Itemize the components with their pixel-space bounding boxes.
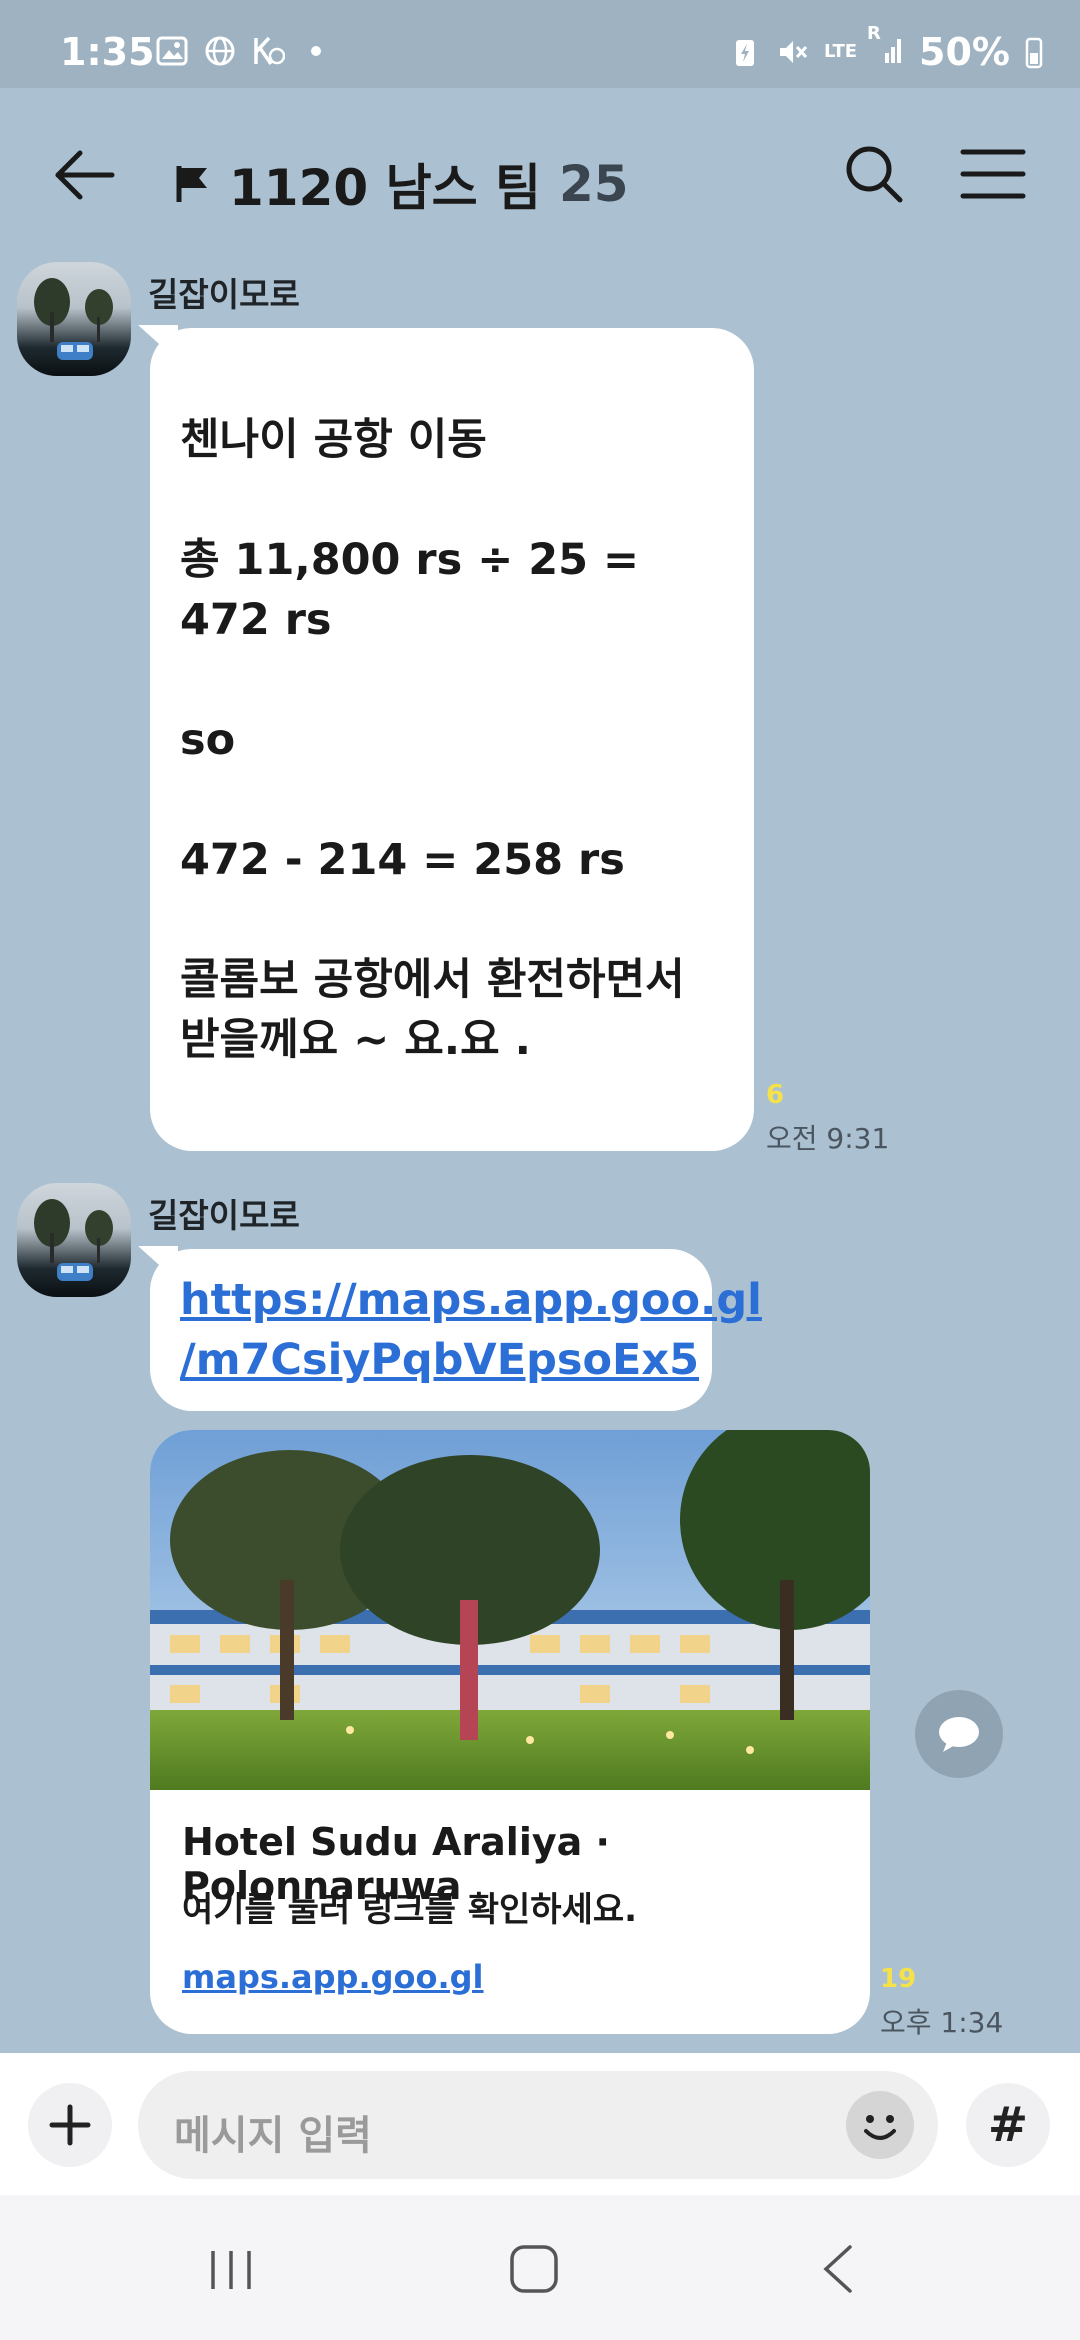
link-preview-card[interactable]: Hotel Sudu Araliya · Polonnaruwa 여기를 눌러 …: [150, 1430, 870, 2034]
card-domain-link[interactable]: maps.app.goo.gl: [182, 1958, 484, 1996]
message-bubble[interactable]: 첸나이 공항 이동 총 11,800 rs ÷ 25 = 472 rs so 4…: [150, 328, 754, 1151]
share-button[interactable]: [915, 1690, 1003, 1778]
message-time: 오전 9:31: [766, 1122, 890, 1155]
link-bubble[interactable]: https://maps.app.goo.gl /m7CsiyPqbVEpsoE…: [150, 1249, 762, 1411]
status-icons-right: LTE R 50%: [728, 25, 1044, 74]
attach-button[interactable]: [28, 2083, 112, 2167]
chat-title-group[interactable]: 1120 남스 팀 25: [175, 148, 629, 220]
navigation-bar: [0, 2195, 1080, 2340]
unread-count: 6: [766, 1080, 785, 1110]
lte-indicator: LTE: [823, 41, 858, 62]
unread-count: 19: [880, 1964, 917, 1994]
status-icons-left: [155, 34, 321, 68]
emoji-icon: [864, 2115, 896, 2140]
nav-back-icon[interactable]: [820, 2243, 856, 2295]
recent-apps-icon[interactable]: [205, 2247, 257, 2293]
chat-title: 1120 남스 팀: [229, 159, 541, 217]
speech-bubble-icon: [939, 1717, 979, 1752]
flag-icon: [176, 166, 207, 202]
hashtag-button[interactable]: #: [966, 2083, 1050, 2167]
gallery-icon: [156, 36, 188, 66]
card-subtitle: 여기를 눌러 링크를 확인하세요.: [182, 1890, 638, 1930]
message-text: 첸나이 공항 이동 총 11,800 rs ÷ 25 = 472 rs so 4…: [180, 415, 685, 1065]
globe-icon: [205, 36, 235, 66]
signal-group: R: [867, 25, 905, 71]
mute-icon: [779, 41, 808, 63]
battery-percent: 50%: [919, 30, 1010, 74]
message-input[interactable]: 메시지 입력: [138, 2071, 938, 2179]
battery-saver-icon: [735, 40, 754, 66]
avatar[interactable]: [17, 262, 131, 376]
input-placeholder: 메시지 입력: [174, 2113, 372, 2159]
back-arrow-icon[interactable]: [50, 140, 120, 210]
home-icon[interactable]: [508, 2243, 560, 2295]
status-bar: 1:35 LTE R 50%: [0, 0, 1080, 88]
roaming-indicator: R: [867, 23, 881, 44]
chat-header: 1120 남스 팀 25: [0, 88, 1080, 258]
battery-icon: [1025, 37, 1043, 69]
message-time: 오후 1:34: [880, 2006, 1004, 2039]
k-notification-icon: [254, 36, 285, 65]
sender-name: 길잡이모로: [148, 1196, 300, 1235]
hotel-preview-image: [150, 1430, 870, 1790]
avatar[interactable]: [17, 1183, 131, 1297]
notification-dot: [311, 46, 321, 56]
search-icon[interactable]: [842, 142, 906, 206]
message-input-bar: 메시지 입력 #: [0, 2053, 1080, 2195]
avatar-image: [34, 278, 113, 360]
menu-icon[interactable]: [960, 146, 1026, 202]
status-time: 1:35: [60, 30, 155, 74]
plus-icon: [49, 2104, 91, 2146]
message-link[interactable]: https://maps.app.goo.gl /m7CsiyPqbVEpsoE…: [180, 1270, 762, 1390]
sender-name: 길잡이모로: [148, 275, 300, 314]
member-count: 25: [558, 155, 629, 213]
emoji-button[interactable]: [846, 2091, 914, 2159]
avatar-image: [34, 1199, 113, 1281]
